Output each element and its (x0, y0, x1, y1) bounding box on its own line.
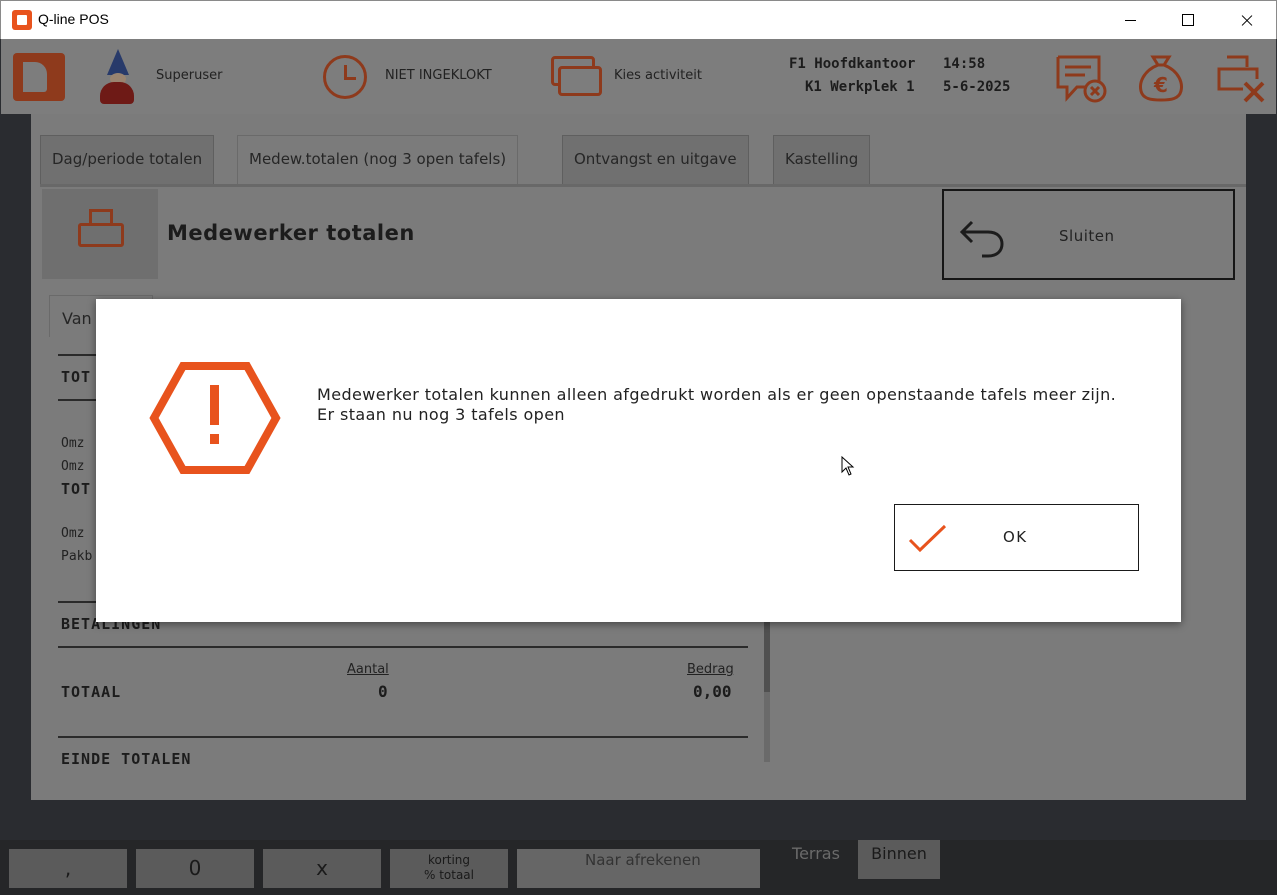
column-count-header: Aantal (347, 662, 389, 677)
user-name[interactable]: Superuser (156, 68, 222, 83)
dialog-message: Medewerker totalen kunnen alleen afgedru… (317, 385, 1116, 425)
discount-label: korting (427, 853, 471, 867)
user-avatar-wizard-icon[interactable] (97, 49, 137, 105)
printer-icon (78, 209, 124, 255)
clock-status[interactable]: NIET INGEKLOKT (385, 68, 492, 83)
warning-dialog: Medewerker totalen kunnen alleen afgedru… (96, 299, 1181, 622)
checkmark-icon (908, 524, 947, 553)
total-label: TOTAAL (61, 683, 122, 701)
report-total-row: TOT (61, 480, 92, 498)
svg-text:€: € (1153, 73, 1168, 97)
multiply-key[interactable]: x (263, 849, 381, 888)
location-workstation: K1 Werkplek 1 (805, 79, 915, 95)
report-row: Pakb (61, 549, 93, 564)
money-bag-euro-icon[interactable]: € (1135, 53, 1187, 103)
printer-cancel-icon[interactable] (1215, 53, 1267, 103)
zero-key[interactable]: 0 (136, 849, 254, 888)
tab-receipts-expenses[interactable]: Ontvangst en uitgave (562, 135, 749, 184)
app-icon (12, 10, 32, 30)
activity-cards-icon[interactable] (551, 56, 603, 98)
report-divider (58, 646, 748, 648)
close-label: Sluiten (1059, 227, 1115, 245)
report-divider (58, 736, 748, 738)
window-titlebar: Q-line POS (0, 0, 1277, 39)
tab-divider (40, 184, 1246, 187)
discount-sub-label: % totaal (423, 868, 474, 882)
section-title: Medewerker totalen (167, 221, 415, 245)
column-amount-header: Bedrag (687, 662, 734, 677)
qline-logo-icon[interactable] (13, 53, 65, 101)
maximize-button[interactable] (1159, 1, 1217, 40)
comma-key[interactable]: , (9, 849, 127, 888)
area-binnen-button[interactable]: Binnen (858, 840, 940, 879)
activity-label[interactable]: Kies activiteit (614, 68, 702, 83)
current-time: 14:58 (943, 56, 986, 72)
report-row: Omz (61, 459, 85, 474)
discount-total-key[interactable]: korting % totaal (390, 849, 508, 888)
app-header: Superuser NIET INGEKLOKT Kies activiteit… (1, 39, 1276, 114)
close-window-button[interactable] (1217, 1, 1275, 40)
end-totals-label: EINDE TOTALEN (61, 750, 192, 768)
ok-button[interactable]: OK (894, 504, 1139, 571)
report-total-heading: TOT (61, 368, 92, 386)
tab-day-period-totals[interactable]: Dag/periode totalen (40, 135, 215, 184)
report-row: Omz (61, 436, 85, 451)
warning-hexagon-icon (149, 362, 281, 474)
message-cancel-icon[interactable] (1055, 53, 1107, 103)
dialog-message-line1: Medewerker totalen kunnen alleen afgedru… (317, 385, 1117, 404)
print-button[interactable] (42, 189, 158, 279)
clock-icon[interactable] (323, 55, 367, 99)
area-terras-button[interactable]: Terras (775, 840, 857, 879)
ok-label: OK (1003, 528, 1028, 546)
location-branch: F1 Hoofdkantoor (789, 56, 916, 72)
report-row: Omz (61, 526, 85, 541)
close-section-button[interactable]: Sluiten (942, 189, 1235, 280)
back-arrow-icon (959, 220, 1004, 258)
dialog-message-line2: Er staan nu nog 3 tafels open (317, 405, 565, 424)
tab-cash-count[interactable]: Kastelling (773, 135, 871, 184)
checkout-button[interactable]: Naar afrekenen (517, 849, 760, 888)
total-count: 0 (378, 682, 388, 701)
current-date: 5-6-2025 (943, 79, 1011, 95)
window-title: Q-line POS (38, 11, 109, 27)
mouse-cursor-icon (841, 456, 855, 476)
total-amount: 0,00 (693, 682, 732, 701)
keypad-bar: , 0 x korting % totaal Naar afrekenen Te… (0, 840, 1277, 895)
minimize-button[interactable] (1101, 1, 1159, 40)
tab-employee-totals[interactable]: Medew.totalen (nog 3 open tafels) (237, 135, 519, 184)
